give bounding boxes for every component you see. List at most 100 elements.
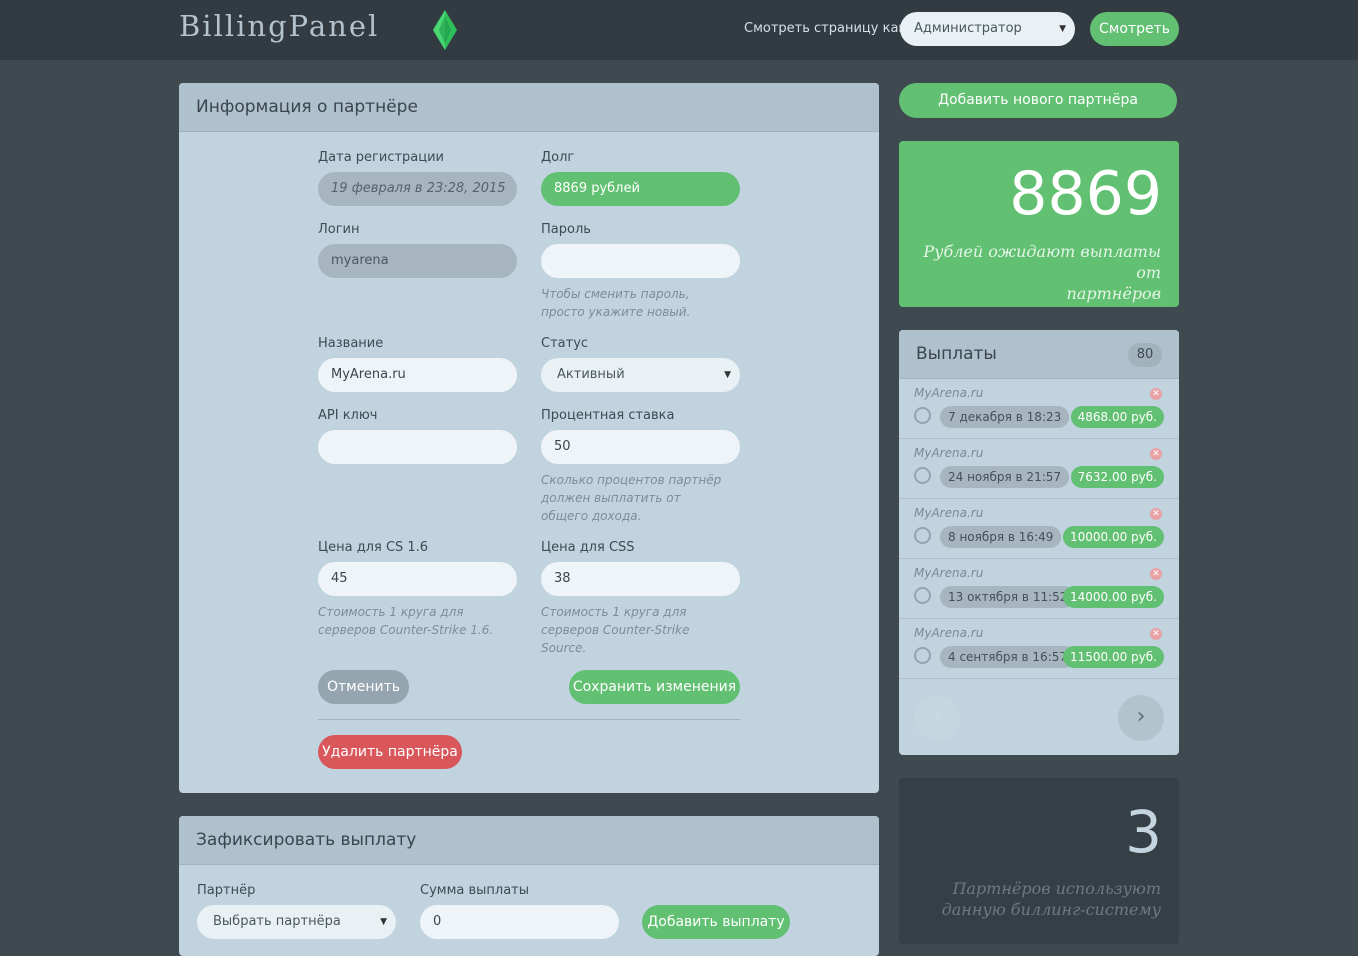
payout-row: MyArena.ru ✕ 8 ноября в 16:49 10000.00 р…: [899, 499, 1179, 559]
css-hint-line: серверов Counter-Strike: [541, 623, 690, 637]
rate-hint-line: общего дохода.: [541, 509, 642, 523]
password-field[interactable]: [541, 244, 740, 278]
status-select-value: Активный: [557, 367, 625, 382]
payout-partner: MyArena.ru: [914, 446, 984, 460]
gem-icon: [433, 10, 457, 50]
view-button[interactable]: Смотреть: [1090, 12, 1179, 46]
save-button[interactable]: Сохранить изменения: [569, 670, 740, 704]
css-hint: Стоимость 1 круга для серверов Counter-S…: [541, 603, 689, 657]
payout-date: 24 ноября в 21:57: [940, 466, 1070, 488]
partner-select-value: Выбрать партнёра: [213, 914, 341, 929]
css-hint-line: Стоимость 1 круга для: [541, 605, 687, 619]
partners-caption: Партнёров используют данную биллинг-сист…: [942, 878, 1161, 920]
clock-icon: [914, 407, 931, 424]
clock-icon: [914, 587, 931, 604]
add-payment-button[interactable]: Добавить выплату: [642, 905, 790, 939]
chevron-down-icon: ▼: [724, 370, 731, 380]
partners-count: 3: [1125, 798, 1162, 866]
login-field: myarena: [318, 244, 517, 278]
view-as-label: Смотреть страницу как: [744, 21, 907, 36]
payout-partner: MyArena.ru: [914, 506, 984, 520]
debt-field: 8869 рублей: [541, 172, 740, 206]
rate-label: Процентная ставка: [541, 408, 675, 423]
css-price-field[interactable]: 38: [541, 562, 740, 596]
role-select-value: Администратор: [914, 21, 1022, 36]
panel-title: Зафиксировать выплату: [179, 816, 879, 865]
payout-date: 7 декабря в 18:23: [940, 406, 1070, 428]
chevron-down-icon: ▼: [380, 917, 387, 927]
payout-partner: MyArena.ru: [914, 566, 984, 580]
payout-date: 8 ноября в 16:49: [940, 526, 1062, 548]
clock-icon: [914, 467, 931, 484]
partners-caption-line: Партнёров используют: [952, 879, 1161, 898]
logo[interactable]: BillingPanel: [179, 9, 379, 43]
sum-field[interactable]: 0: [420, 905, 619, 939]
payout-amount: 11500.00 руб.: [1062, 646, 1164, 668]
partners-caption-line: данную биллинг-систему: [941, 900, 1161, 919]
payout-partner: MyArena.ru: [914, 626, 984, 640]
payout-amount: 10000.00 руб.: [1062, 526, 1164, 548]
prev-page-button[interactable]: ‹: [914, 695, 960, 741]
rate-field[interactable]: 50: [541, 430, 740, 464]
password-hint: Чтобы сменить пароль, просто укажите нов…: [541, 285, 690, 321]
debt-caption: Рублей ожидают выплаты от партнёров: [899, 241, 1161, 304]
clock-icon: [914, 527, 931, 544]
next-page-button[interactable]: ›: [1118, 695, 1164, 741]
panel-title: Информация о партнёре: [179, 83, 879, 132]
payout-row: MyArena.ru ✕ 7 декабря в 18:23 4868.00 р…: [899, 379, 1179, 439]
payouts-count-badge: 80: [1128, 343, 1162, 367]
debt-caption-line: партнёров: [1066, 284, 1161, 303]
name-field[interactable]: MyArena.ru: [318, 358, 517, 392]
remove-icon[interactable]: ✕: [1150, 628, 1162, 640]
cancel-button[interactable]: Отменить: [318, 670, 409, 704]
divider: [318, 719, 740, 720]
sum-label: Сумма выплаты: [420, 883, 530, 898]
password-hint-line: просто укажите новый.: [541, 305, 691, 319]
payout-amount: 7632.00 руб.: [1070, 466, 1164, 488]
api-key-label: API ключ: [318, 408, 378, 423]
password-label: Пароль: [541, 222, 591, 237]
api-key-field[interactable]: [318, 430, 517, 464]
partner-select[interactable]: Выбрать партнёра ▼: [197, 905, 396, 939]
delete-partner-button[interactable]: Удалить партнёра: [318, 735, 462, 769]
partner-info-panel: Информация о партнёре Дата регистрации 1…: [179, 83, 879, 793]
payout-date: 4 сентября в 16:57: [940, 646, 1076, 668]
payout-row: MyArena.ru ✕ 13 октября в 11:52 14000.00…: [899, 559, 1179, 619]
remove-icon[interactable]: ✕: [1150, 448, 1162, 460]
payout-amount: 14000.00 руб.: [1062, 586, 1164, 608]
remove-icon[interactable]: ✕: [1150, 388, 1162, 400]
add-partner-button[interactable]: Добавить нового партнёра: [899, 83, 1177, 118]
payout-date: 13 октября в 11:52: [940, 586, 1076, 608]
debt-label: Долг: [541, 150, 575, 165]
debt-total: 8869: [1009, 159, 1162, 229]
cs16-hint-line: серверов Counter-Strike 1.6.: [318, 623, 494, 637]
payout-row: MyArena.ru ✕ 4 сентября в 16:57 11500.00…: [899, 619, 1179, 679]
status-select[interactable]: Активный ▼: [541, 358, 740, 392]
rate-hint-line: Сколько процентов партнёр: [541, 473, 722, 487]
password-hint-line: Чтобы сменить пароль,: [541, 287, 690, 301]
clock-icon: [914, 647, 931, 664]
payout-row: MyArena.ru ✕ 24 ноября в 21:57 7632.00 р…: [899, 439, 1179, 499]
top-bar: BillingPanel Смотреть страницу как Админ…: [0, 0, 1358, 60]
css-price-label: Цена для CSS: [541, 540, 635, 555]
chevron-down-icon: ▼: [1059, 24, 1066, 34]
name-label: Название: [318, 336, 384, 351]
payout-partner: MyArena.ru: [914, 386, 984, 400]
role-select[interactable]: Администратор ▼: [900, 12, 1075, 46]
cs16-hint: Стоимость 1 круга для серверов Counter-S…: [318, 603, 493, 639]
status-label: Статус: [541, 336, 589, 351]
debt-stat-card: 8869 Рублей ожидают выплаты от партнёров: [899, 141, 1179, 307]
payouts-panel: Выплаты 80 MyArena.ru ✕ 7 декабря в 18:2…: [899, 330, 1179, 755]
login-label: Логин: [318, 222, 360, 237]
remove-icon[interactable]: ✕: [1150, 508, 1162, 520]
payout-amount: 4868.00 руб.: [1070, 406, 1164, 428]
cs16-price-label: Цена для CS 1.6: [318, 540, 429, 555]
cs16-price-field[interactable]: 45: [318, 562, 517, 596]
payouts-title-text: Выплаты: [916, 344, 997, 364]
reg-date-field: 19 февраля в 23:28, 2015: [318, 172, 517, 206]
partner-label: Партнёр: [197, 883, 256, 898]
remove-icon[interactable]: ✕: [1150, 568, 1162, 580]
fix-payment-panel: Зафиксировать выплату Партнёр Выбрать па…: [179, 816, 879, 956]
rate-hint-line: должен выплатить от: [541, 491, 681, 505]
partners-stat-card: 3 Партнёров используют данную биллинг-си…: [899, 778, 1179, 944]
